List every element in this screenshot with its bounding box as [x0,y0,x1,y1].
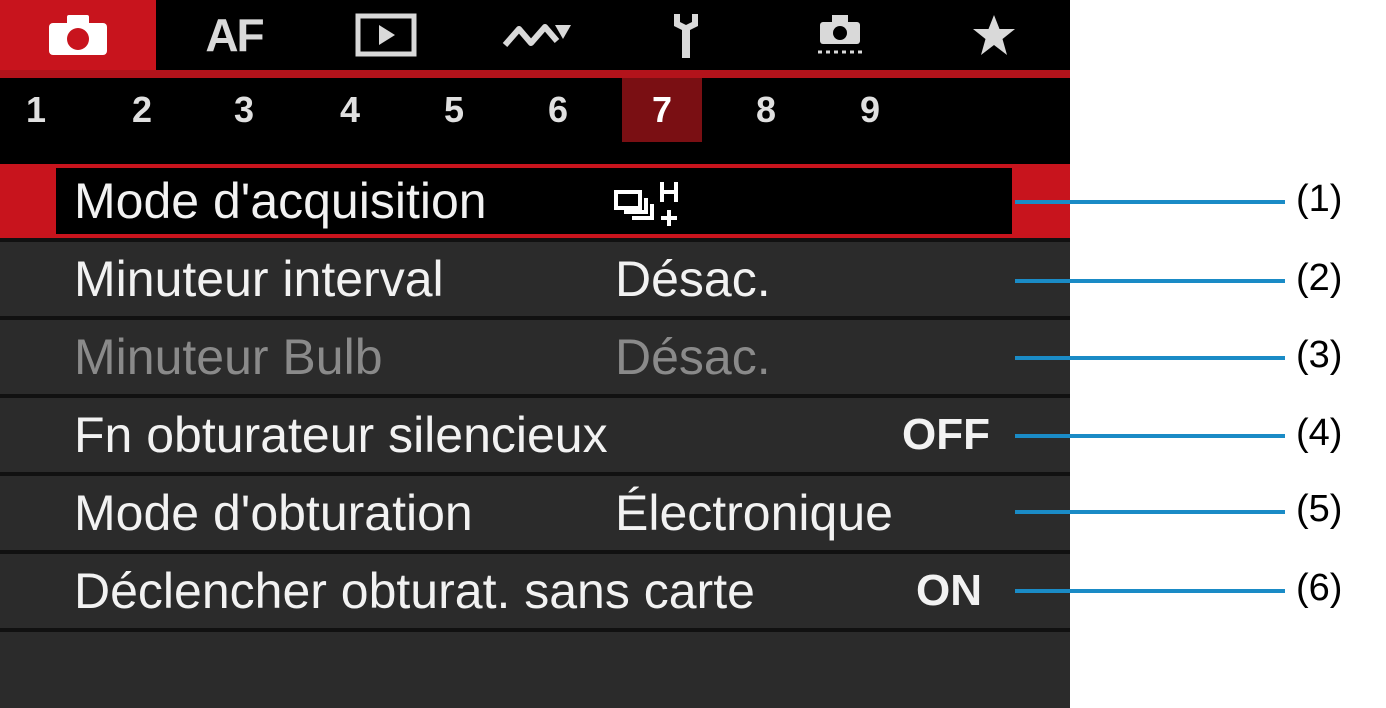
callout-label-6: (6) [1296,567,1343,609]
callout-label-4: (4) [1296,412,1343,454]
menu-item-value: Désac. [615,251,771,307]
callout-label-1: (1) [1296,178,1343,220]
callout-label-5: (5) [1296,488,1343,530]
tab-setup[interactable] [608,0,764,70]
menu-item-value: OFF [902,410,990,459]
wireless-icon [502,24,571,47]
star-icon [973,15,1015,55]
page-8[interactable]: 8 [726,78,806,142]
menu-item-value: Désac. [615,329,771,385]
callout-line-3 [1015,356,1285,360]
menu-item-interval-timer[interactable]: Minuteur interval Désac. [0,242,1070,320]
tab-playback[interactable] [308,0,464,70]
menu-item-label: Minuteur Bulb [74,329,383,385]
page-5[interactable]: 5 [414,78,494,142]
menu-item-label: Mode d'obturation [74,485,473,541]
tab-my-menu[interactable] [916,0,1072,70]
page-2[interactable]: 2 [102,78,182,142]
menu-item-label: Mode d'acquisition [74,173,487,229]
menu-item-value: Électronique [615,485,893,541]
menu-item-label: Fn obturateur silencieux [74,407,608,463]
page-number-bar: 1 2 3 4 5 6 7 8 9 [0,78,1070,142]
menu-tab-bar: AF [0,0,1072,78]
page-9[interactable]: 9 [830,78,910,142]
menu-header-gap [0,142,1070,164]
custom-function-icon [818,15,862,54]
page-3[interactable]: 3 [204,78,284,142]
camera-menu-screen: AF 1 2 3 4 5 6 7 8 9 Mode d'acquisition … [0,0,1070,708]
tab-af-label: AF [205,9,264,61]
wrench-icon [674,14,698,58]
menu-item-drive-mode[interactable]: Mode d'acquisition [0,164,1070,242]
menu-empty-area [0,632,1070,708]
callout-line-5 [1015,510,1285,514]
page-6[interactable]: 6 [518,78,598,142]
menu-item-silent-shutter[interactable]: Fn obturateur silencieux OFF [0,398,1070,476]
callout-label-3: (3) [1296,334,1343,376]
menu-item-label: Déclencher obturat. sans carte [74,563,755,619]
callout-label-2: (2) [1296,257,1343,299]
tab-underline [0,70,1070,78]
camera-icon [49,15,107,55]
menu-item-bulb-timer: Minuteur Bulb Désac. [0,320,1070,398]
tab-custom-functions[interactable] [762,0,918,70]
menu-item-value: ON [916,566,982,615]
callout-line-2 [1015,279,1285,283]
page-1[interactable]: 1 [0,78,76,142]
menu-item-label: Minuteur interval [74,251,444,307]
menu-item-release-without-card[interactable]: Déclencher obturat. sans carte ON [0,554,1070,632]
tab-wireless[interactable] [460,0,616,70]
tab-shooting[interactable] [0,0,156,70]
callout-line-1 [1015,200,1285,204]
page-7[interactable]: 7 [622,78,702,142]
callout-line-6 [1015,589,1285,593]
tab-af[interactable]: AF [156,0,312,70]
high-speed-continuous-icon [614,178,694,244]
page-4[interactable]: 4 [310,78,390,142]
menu-item-shutter-mode[interactable]: Mode d'obturation Électronique [0,476,1070,554]
callout-line-4 [1015,434,1285,438]
playback-icon [355,13,417,57]
